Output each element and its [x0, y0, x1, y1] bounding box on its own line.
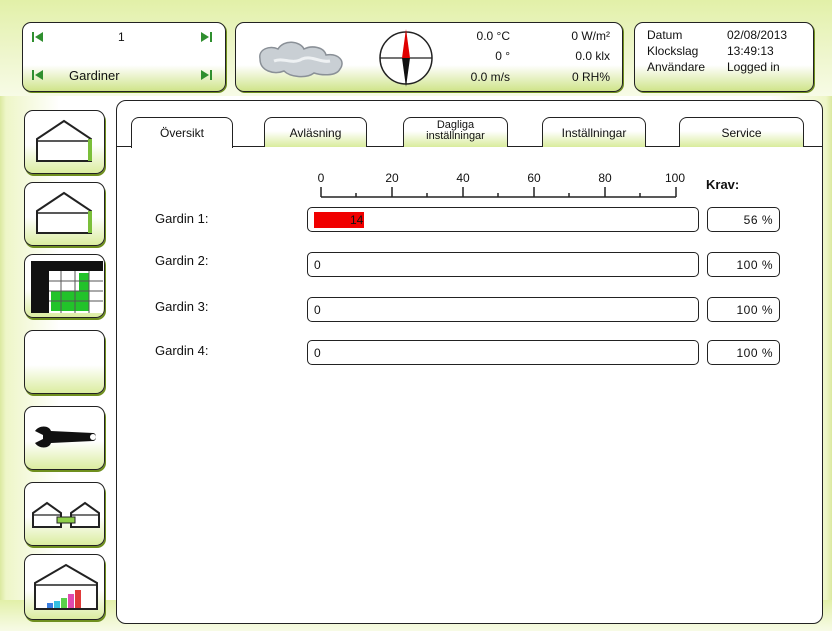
- nav-number: 1: [118, 30, 125, 44]
- humidity-value: 0 RH%: [571, 70, 610, 84]
- date-value: 02/08/2013: [727, 28, 788, 42]
- scale-ruler: [320, 187, 677, 198]
- tab-avlasning[interactable]: Avläsning: [264, 117, 367, 147]
- time-value: 13:49:13: [727, 44, 774, 58]
- gardin-1-value: 14: [350, 213, 364, 227]
- gardin-3-krav: 100 %: [707, 297, 780, 322]
- tab-label: Översikt: [159, 126, 204, 140]
- schedule-grid-icon: [31, 261, 103, 313]
- tab-oversikt[interactable]: Översikt: [131, 117, 233, 148]
- sidebar-item-empty[interactable]: [24, 330, 105, 394]
- light-value: 0.0 klx: [575, 49, 610, 63]
- tab-label: Avläsning: [289, 126, 342, 140]
- gardin-1-krav: 56 %: [707, 207, 780, 232]
- gardin-2-krav: 100 %: [707, 252, 780, 277]
- krav-header: Krav:: [706, 177, 740, 192]
- sidebar-item-greenhouse[interactable]: [24, 110, 105, 174]
- main-panel: Översikt Avläsning Dagliga inställningar…: [116, 100, 823, 624]
- weather-box: 0.0 °C 0 ° 0.0 m/s 0 W/m² 0.0 klx 0 RH%: [235, 22, 623, 92]
- cloud-icon: [259, 41, 343, 78]
- tab-label: Dagliga inställningar: [404, 118, 507, 142]
- next-arrow-icon-2[interactable]: [200, 69, 212, 81]
- sidebar-item-greenhouse-2[interactable]: [24, 182, 105, 246]
- gardin-4-krav: 100 %: [707, 340, 780, 365]
- linked-greenhouses-icon: [32, 501, 100, 528]
- row-label-gardin-3: Gardin 3:: [155, 299, 209, 314]
- tick-label-100: 100: [664, 171, 686, 185]
- compass-icon: [379, 29, 433, 87]
- gardin-4-bar: 0: [307, 340, 699, 365]
- gardin-2-value: 0: [314, 258, 321, 272]
- nav-section-label: Gardiner: [69, 68, 120, 83]
- wind-direction-value: 0 °: [495, 49, 510, 63]
- time-label: Klockslag: [647, 44, 699, 58]
- tick-label-60: 60: [527, 171, 541, 185]
- greenhouse-chart-icon: [34, 563, 98, 610]
- gardin-1-bar: 14: [307, 207, 699, 232]
- first-arrow-icon[interactable]: [32, 31, 44, 43]
- date-label: Datum: [647, 28, 683, 42]
- gardin-3-bar: 0: [307, 297, 699, 322]
- gardin-3-value: 0: [314, 303, 321, 317]
- row-label-gardin-1: Gardin 1:: [155, 211, 209, 226]
- tick-label-0: 0: [317, 171, 325, 185]
- radiation-value: 0 W/m²: [571, 29, 610, 43]
- tab-label-line2: inställningar: [426, 130, 485, 142]
- tick-label-20: 20: [385, 171, 399, 185]
- sidebar-item-service[interactable]: [24, 406, 105, 470]
- tab-label: Service: [721, 126, 762, 140]
- user-value: Logged in: [727, 60, 780, 74]
- nav-box: 1 Gardiner: [22, 22, 226, 92]
- greenhouse-icon: [36, 119, 92, 162]
- tab-installningar[interactable]: Inställningar: [542, 117, 646, 147]
- tab-service[interactable]: Service: [679, 117, 804, 147]
- gardin-4-value: 0: [314, 346, 321, 360]
- temperature-value: 0.0 °C: [476, 29, 510, 43]
- greenhouse-icon: [36, 191, 92, 234]
- sidebar-item-greenhouse-chart[interactable]: [24, 554, 105, 620]
- tab-label: Inställningar: [561, 126, 627, 140]
- next-arrow-icon[interactable]: [200, 31, 212, 43]
- wrench-icon: [35, 426, 96, 448]
- user-label: Användare: [647, 60, 706, 74]
- tick-label-80: 80: [598, 171, 612, 185]
- info-box: Datum 02/08/2013 Klockslag 13:49:13 Anvä…: [634, 22, 814, 92]
- sidebar-item-schedule[interactable]: [24, 254, 105, 318]
- gardin-2-bar: 0: [307, 252, 699, 277]
- row-label-gardin-4: Gardin 4:: [155, 343, 209, 358]
- tab-dagliga-installningar[interactable]: Dagliga inställningar: [403, 117, 508, 147]
- sidebar-item-linked[interactable]: [24, 482, 105, 546]
- wind-speed-value: 0.0 m/s: [470, 70, 510, 84]
- tick-label-40: 40: [456, 171, 470, 185]
- first-arrow-icon-2[interactable]: [32, 69, 44, 81]
- row-label-gardin-2: Gardin 2:: [155, 253, 209, 268]
